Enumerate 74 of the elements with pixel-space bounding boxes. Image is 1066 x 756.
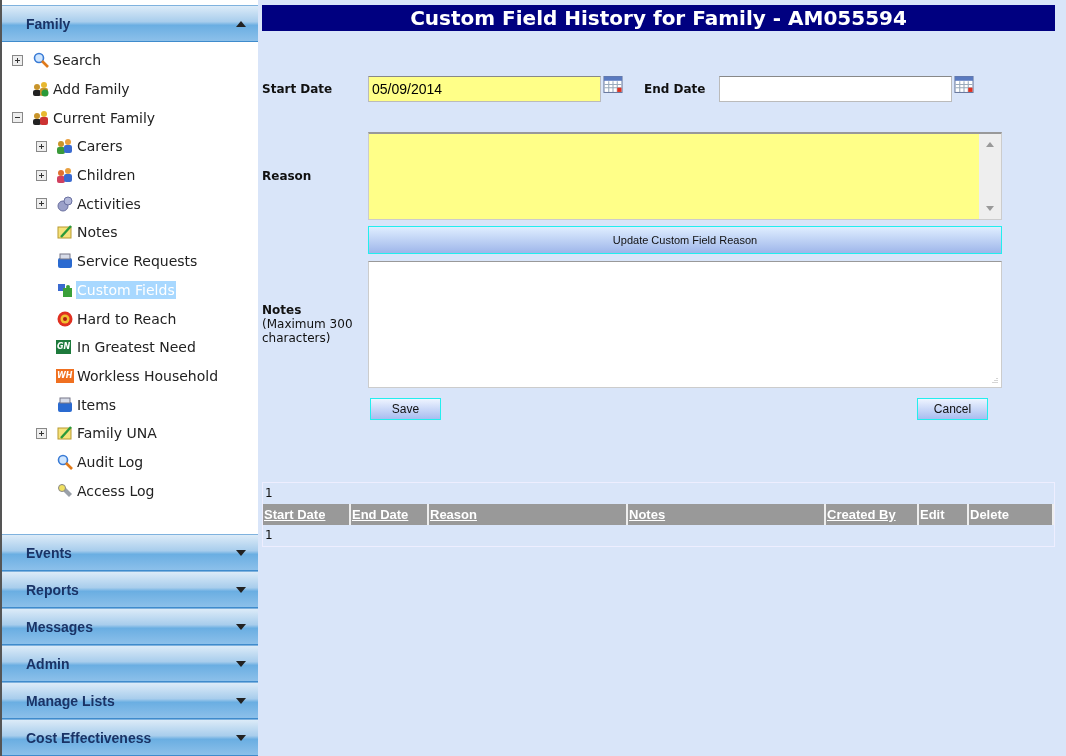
expander-icon[interactable] xyxy=(36,169,47,181)
tree-item[interactable]: Current Family xyxy=(52,108,157,127)
section-title: Family xyxy=(26,15,71,32)
expander-icon[interactable] xyxy=(36,198,47,210)
notepad-icon xyxy=(56,425,74,442)
end-date-field[interactable] xyxy=(719,76,953,102)
target-icon xyxy=(56,310,74,327)
section-title: Reports xyxy=(26,581,79,598)
section-title: Cost Effectiveness xyxy=(26,729,152,746)
section-header[interactable]: Manage Lists xyxy=(2,682,258,719)
field-label: Reason xyxy=(262,169,313,183)
tree-item[interactable]: Activities xyxy=(76,194,142,213)
column-header: Delete xyxy=(969,504,1054,525)
calendar-icon[interactable] xyxy=(603,76,623,93)
pager-number[interactable]: 1 xyxy=(263,525,273,546)
people-icon xyxy=(32,109,50,126)
section-header[interactable]: Reports xyxy=(2,571,258,608)
expander-icon[interactable] xyxy=(12,112,23,124)
tree-item[interactable]: Family UNA xyxy=(76,424,158,443)
field-label: Notes xyxy=(262,303,303,317)
field-label: Start Date xyxy=(262,82,334,96)
column-header: Edit xyxy=(919,504,969,525)
expander-icon[interactable] xyxy=(36,427,47,439)
section-header[interactable]: Cost Effectiveness xyxy=(2,719,258,756)
tree-item[interactable]: Notes xyxy=(76,223,119,242)
field-hint: (Maximum 300 characters) xyxy=(262,317,354,345)
tree-item[interactable]: Access Log xyxy=(76,481,156,500)
notes-field[interactable] xyxy=(368,261,1002,388)
field-label: End Date xyxy=(644,82,706,96)
tree-item[interactable]: Service Requests xyxy=(76,252,199,271)
gears-icon xyxy=(56,195,74,212)
reason-field[interactable] xyxy=(368,132,1002,220)
calendar-icon[interactable] xyxy=(954,76,975,93)
tree-item[interactable]: Search xyxy=(52,51,103,70)
magnifier-icon xyxy=(56,453,74,470)
flashlight-icon xyxy=(56,482,74,499)
form-button[interactable]: Save xyxy=(370,398,441,420)
tree-item[interactable]: Items xyxy=(76,395,118,414)
update-reason-button[interactable]: Update Custom Field Reason xyxy=(368,226,1002,254)
section-title: Messages xyxy=(26,618,93,635)
tree-item[interactable]: Workless Household xyxy=(76,366,220,385)
tree-item[interactable]: Children xyxy=(76,166,137,185)
expander-icon[interactable] xyxy=(36,140,47,152)
puzzle-icon xyxy=(56,281,74,298)
start-date-field[interactable]: 05/09/2014 xyxy=(368,76,601,102)
section-header[interactable]: Family xyxy=(2,5,258,42)
scroll-down-icon[interactable] xyxy=(986,206,994,211)
tree-item[interactable]: In Greatest Need xyxy=(76,338,197,357)
magnifier-icon xyxy=(32,52,50,69)
people-icon xyxy=(32,81,50,98)
section-title: Events xyxy=(26,544,72,561)
section-title: Admin xyxy=(26,655,70,672)
tree-item[interactable]: Carers xyxy=(76,137,124,156)
pager-number[interactable]: 1 xyxy=(263,483,273,504)
flag-icon: WH xyxy=(56,368,74,383)
flag-icon: GN xyxy=(56,340,72,355)
section-title: Manage Lists xyxy=(26,692,115,709)
scrollbar[interactable] xyxy=(979,134,1001,219)
form-button[interactable]: Cancel xyxy=(917,398,988,420)
tree-item[interactable]: Hard to Reach xyxy=(76,309,178,328)
notepad-icon xyxy=(56,224,74,241)
section-header[interactable]: Events xyxy=(2,534,258,571)
box-icon xyxy=(56,253,74,270)
expander-icon[interactable] xyxy=(12,54,23,66)
section-header[interactable]: Admin xyxy=(2,645,258,682)
people-icon xyxy=(56,138,74,155)
resize-grip-icon[interactable] xyxy=(990,376,998,384)
scroll-up-icon[interactable] xyxy=(986,142,994,147)
box-icon xyxy=(56,396,74,413)
people-icon xyxy=(56,167,74,184)
tree-item[interactable]: Audit Log xyxy=(76,452,145,471)
section-header[interactable]: Messages xyxy=(2,608,258,645)
page-title: Custom Field History for Family - AM055594 xyxy=(262,5,1055,31)
tree-item[interactable]: Add Family xyxy=(52,80,131,99)
